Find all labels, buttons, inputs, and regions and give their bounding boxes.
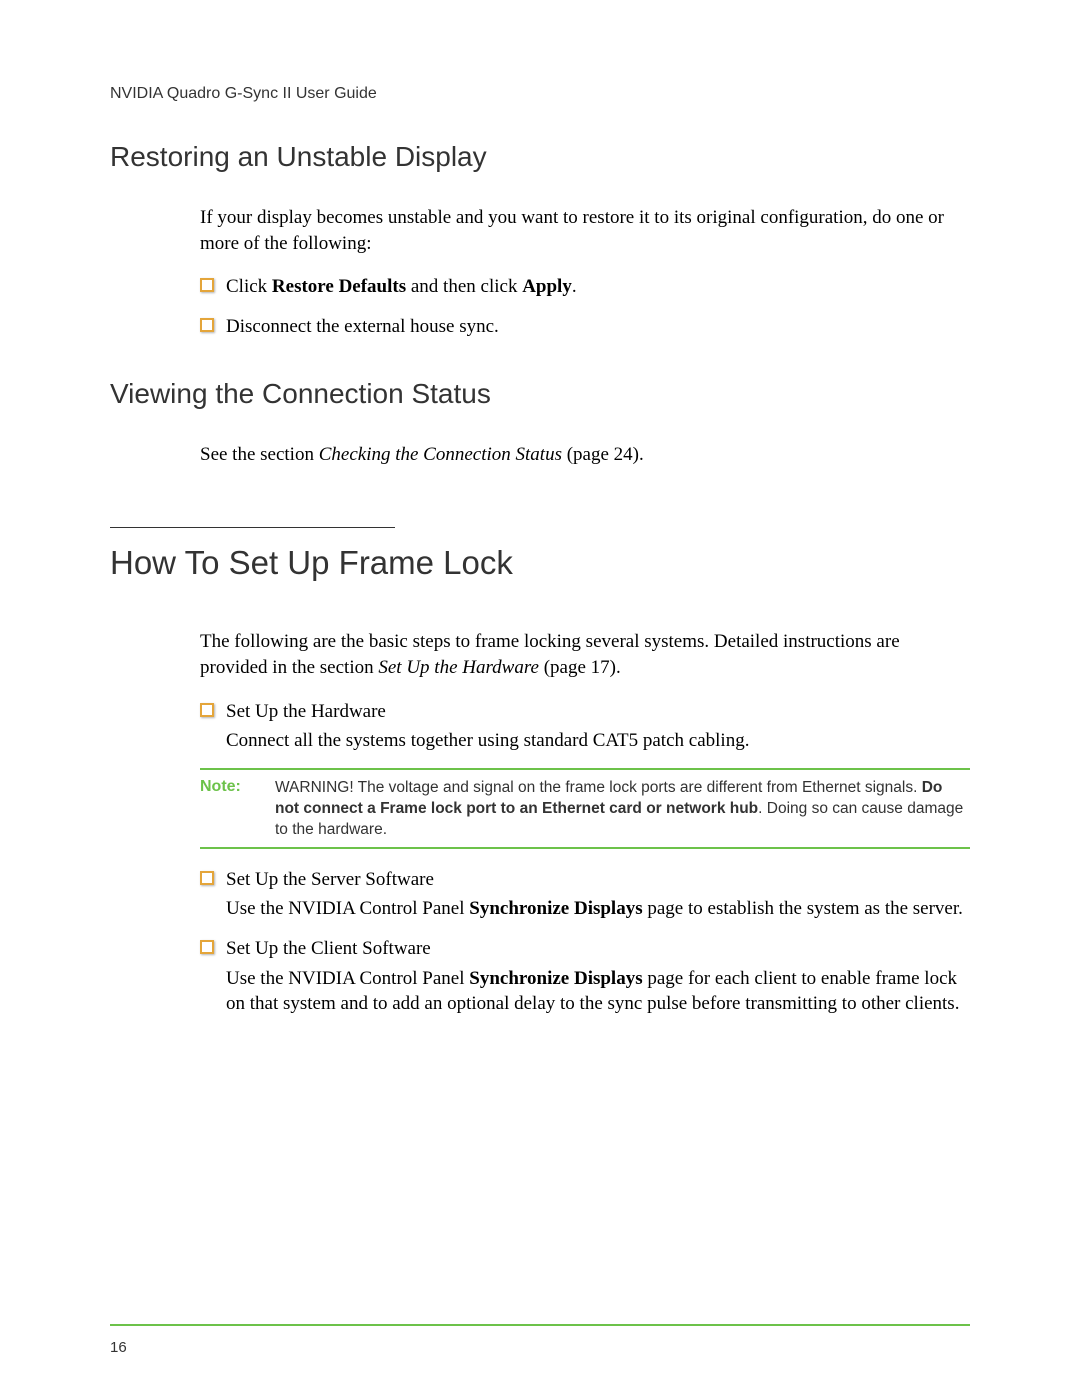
- framelock-bullets-3: Set Up the Client Software: [200, 936, 970, 962]
- text-bold: Restore Defaults: [272, 276, 406, 297]
- page-number: 16: [110, 1339, 127, 1356]
- bullet-icon: [200, 871, 214, 885]
- main-section: How To Set Up Frame Lock The following a…: [110, 527, 970, 1017]
- bullet-text: Set Up the Hardware: [226, 699, 386, 725]
- note-rule-top: [200, 768, 970, 770]
- text-span: (page 17).: [539, 657, 621, 678]
- bullet-item: Set Up the Hardware: [200, 699, 970, 725]
- text-bold: Synchronize Displays: [469, 898, 642, 919]
- restoring-intro: If your display becomes unstable and you…: [200, 205, 970, 256]
- text-span: Use the NVIDIA Control Panel: [226, 968, 469, 989]
- text-span: See the section: [200, 444, 319, 465]
- heading-rule: [110, 527, 395, 528]
- framelock-bullets-2: Set Up the Server Software: [200, 867, 970, 893]
- viewing-text: See the section Checking the Connection …: [200, 442, 970, 468]
- section-heading-restoring: Restoring an Unstable Display: [110, 141, 970, 173]
- framelock-intro: The following are the basic steps to fra…: [200, 629, 970, 680]
- bullet-icon: [200, 318, 214, 332]
- bullet-icon: [200, 278, 214, 292]
- bullet-text: Disconnect the external house sync.: [226, 314, 499, 340]
- text-span: Click: [226, 276, 272, 297]
- bullet-item: Set Up the Client Software: [200, 936, 970, 962]
- text-span: (page 24).: [562, 444, 644, 465]
- bullet-item: Set Up the Server Software: [200, 867, 970, 893]
- note-box: Note: WARNING! The voltage and signal on…: [200, 768, 970, 849]
- bullet-text: Set Up the Server Software: [226, 867, 434, 893]
- bullet-subtext: Use the NVIDIA Control Panel Synchronize…: [226, 966, 970, 1017]
- bullet-item: Click Restore Defaults and then click Ap…: [200, 274, 970, 300]
- note-label: Note:: [200, 778, 275, 796]
- text-span: .: [572, 276, 577, 297]
- bullet-subtext: Use the NVIDIA Control Panel Synchronize…: [226, 896, 970, 922]
- bullet-icon: [200, 703, 214, 717]
- bullet-text: Click Restore Defaults and then click Ap…: [226, 274, 577, 300]
- text-span: WARNING! The voltage and signal on the f…: [275, 779, 922, 796]
- main-heading-framelock: How To Set Up Frame Lock: [110, 542, 970, 583]
- section-heading-viewing: Viewing the Connection Status: [110, 378, 970, 410]
- framelock-bullets: Set Up the Hardware: [200, 699, 970, 725]
- footer-rule: [110, 1324, 970, 1326]
- text-bold: Synchronize Displays: [469, 968, 642, 989]
- note-rule-bottom: [200, 847, 970, 849]
- text-bold: Apply: [522, 276, 572, 297]
- text-span: and then click: [406, 276, 522, 297]
- text-italic: Checking the Connection Status: [319, 444, 562, 465]
- document-header: NVIDIA Quadro G-Sync II User Guide: [110, 85, 970, 103]
- bullet-text: Set Up the Client Software: [226, 936, 431, 962]
- bullet-subtext: Connect all the systems together using s…: [226, 728, 970, 754]
- restoring-bullets: Click Restore Defaults and then click Ap…: [200, 274, 970, 339]
- text-span: page to establish the system as the serv…: [643, 898, 963, 919]
- text-span: Use the NVIDIA Control Panel: [226, 898, 469, 919]
- note-text: WARNING! The voltage and signal on the f…: [275, 778, 970, 841]
- text-italic: Set Up the Hardware: [378, 657, 539, 678]
- bullet-icon: [200, 940, 214, 954]
- bullet-item: Disconnect the external house sync.: [200, 314, 970, 340]
- note-row: Note: WARNING! The voltage and signal on…: [200, 776, 970, 847]
